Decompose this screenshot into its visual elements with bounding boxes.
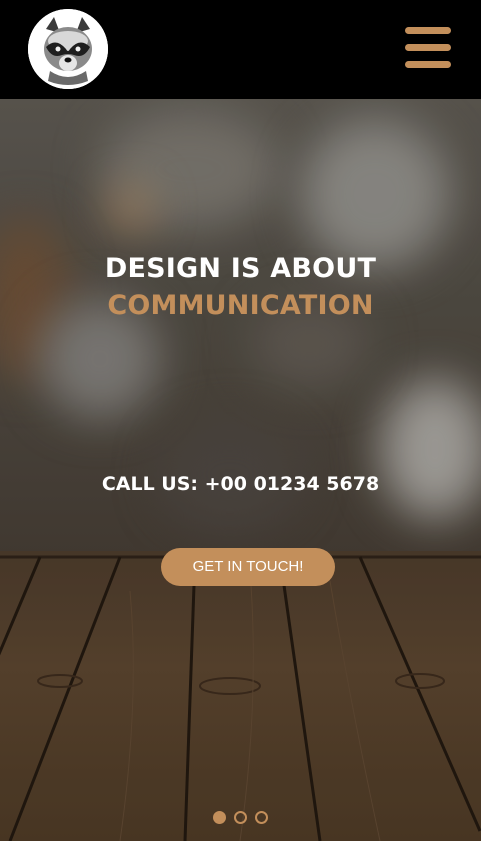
hamburger-menu-icon[interactable] [405, 27, 451, 71]
headline-line-1: DESIGN IS ABOUT [104, 253, 377, 284]
slider-dots [0, 807, 481, 824]
site-header [0, 0, 481, 99]
hero-section: DESIGN IS ABOUT COMMUNICATION CALL US: +… [0, 99, 481, 841]
menu-line [405, 44, 451, 51]
slider-dot[interactable] [255, 811, 268, 824]
slider-dot[interactable] [234, 811, 247, 824]
get-in-touch-button[interactable]: GET IN TOUCH! [161, 548, 335, 586]
slider-dot[interactable] [213, 811, 226, 824]
hero-overlay [0, 99, 481, 841]
call-us-text: CALL US: +00 01234 5678 [101, 473, 380, 495]
headline-line-2: COMMUNICATION [107, 290, 374, 321]
raccoon-logo-icon[interactable] [28, 9, 108, 89]
menu-line [405, 27, 451, 34]
hero-headline: DESIGN IS ABOUT COMMUNICATION [0, 250, 481, 324]
menu-line [405, 61, 451, 68]
page: DESIGN IS ABOUT COMMUNICATION CALL US: +… [0, 0, 481, 841]
